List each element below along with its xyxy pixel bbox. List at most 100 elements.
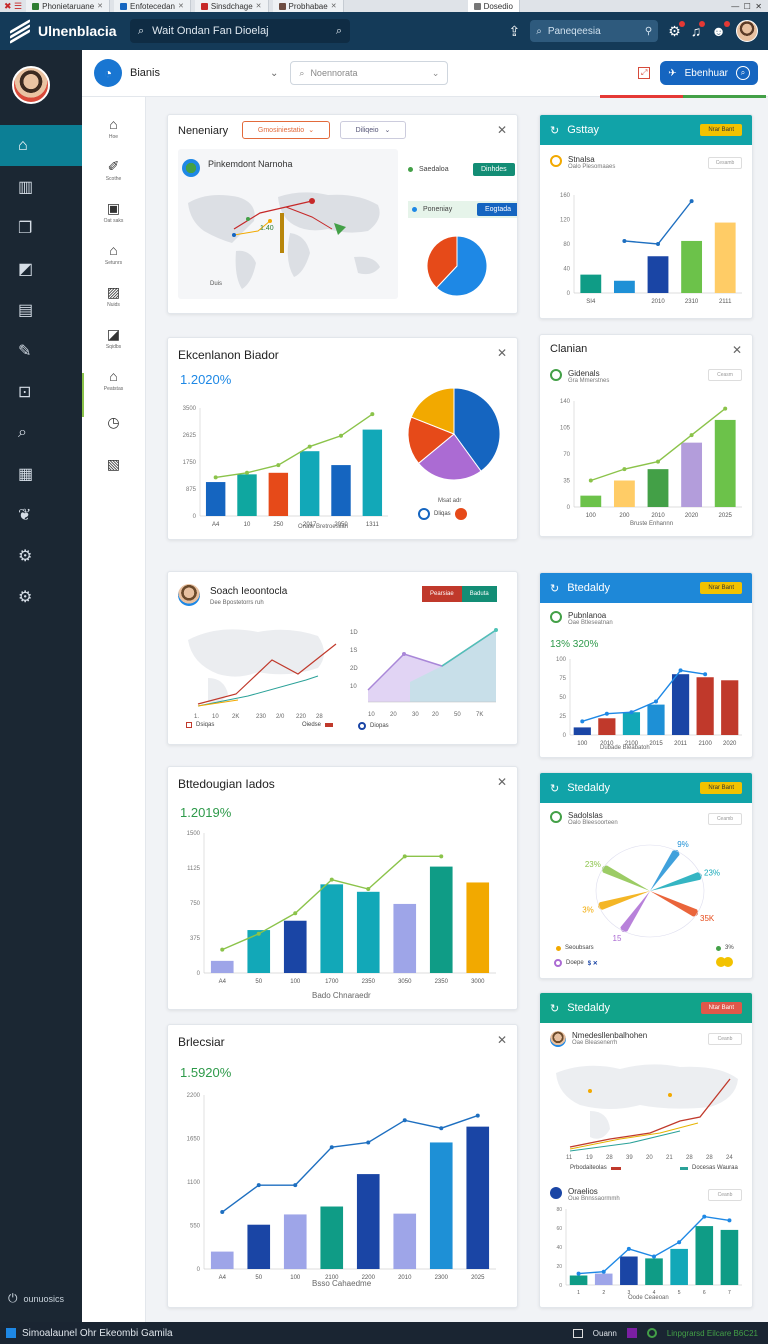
status-pill[interactable]: Dinhdes bbox=[473, 163, 515, 176]
bar bbox=[647, 469, 669, 507]
period-dropdown[interactable]: Gmosiniestatio ⌄ bbox=[242, 121, 330, 139]
sidebar-item-grid[interactable]: ▦ bbox=[0, 453, 82, 494]
sidebar-item-search[interactable]: ⌕ bbox=[0, 412, 82, 453]
bar bbox=[580, 495, 602, 507]
subnav-item-sqidbs[interactable]: ◪ Sqidbs bbox=[82, 317, 145, 359]
header-pill[interactable]: Nrar Bant bbox=[700, 782, 742, 794]
header-pill[interactable]: Nrar Bant bbox=[700, 582, 742, 594]
mini-button[interactable]: Ceasm bbox=[708, 369, 742, 381]
subnav-item-settings[interactable]: ⌂ Setunrs bbox=[82, 233, 145, 275]
card-subheader: Gidenals Gra Mmerstnes bbox=[550, 369, 609, 384]
sidebar-item-tags[interactable]: ✎ bbox=[0, 330, 82, 371]
notification-icon[interactable]: ♫ bbox=[691, 21, 706, 38]
close-icon[interactable]: ✕ bbox=[97, 2, 103, 10]
close-icon[interactable]: ✕ bbox=[732, 343, 742, 357]
user-avatar[interactable] bbox=[736, 20, 758, 42]
pill-button[interactable]: Baduta bbox=[461, 586, 497, 602]
sidebar-item-admin[interactable]: ⚙ bbox=[0, 576, 82, 617]
header-pill[interactable]: Nrar Bant bbox=[700, 124, 742, 136]
tab-label: Phonietaruane bbox=[42, 1, 95, 11]
window-controls[interactable]: — ☐ ✕ bbox=[731, 2, 768, 11]
breakdown-bar-chart: 0 375 750 1125 1500 A4 50 100 1700 2350 3050 2350 30… bbox=[187, 831, 496, 985]
close-icon[interactable]: ✕ bbox=[497, 775, 507, 789]
close-icon[interactable]: ✕ bbox=[256, 2, 262, 10]
bar bbox=[362, 429, 383, 516]
expand-icon[interactable]: ⤢ bbox=[638, 67, 651, 79]
apps-icon[interactable] bbox=[626, 1328, 637, 1338]
global-search-input[interactable]: ⌕ Wait Ondan Fan Dioelaj ⌕ bbox=[130, 19, 350, 43]
subnav-item-nuids[interactable]: ▨ Nuids bbox=[82, 275, 145, 317]
subnav-item-data-sets[interactable]: ▣ Oat saks bbox=[82, 191, 145, 233]
sidebar-item-leaf[interactable]: ❦ bbox=[0, 494, 82, 535]
trend-point bbox=[276, 463, 281, 468]
y-tick-label: 875 bbox=[186, 487, 197, 493]
legend-dot-icon bbox=[418, 508, 430, 520]
search-submit-icon[interactable]: ⌕ bbox=[336, 25, 342, 38]
pen-icon: ✐ bbox=[107, 158, 120, 174]
status-pill[interactable]: Eogtada bbox=[477, 203, 517, 216]
mini-button[interactable]: Ceanb bbox=[708, 1189, 742, 1201]
window-icon[interactable] bbox=[572, 1328, 583, 1338]
x-tick-label: 50 bbox=[255, 979, 262, 985]
card-title: Stedaldy bbox=[567, 782, 611, 794]
sidebar-item-buildings[interactable]: ▥ bbox=[0, 166, 82, 207]
sidebar-item-media[interactable]: ⊡ bbox=[0, 371, 82, 412]
settings-icon[interactable]: ⚙ bbox=[668, 21, 685, 38]
refresh-icon[interactable]: ↻ bbox=[550, 782, 559, 795]
browser-tab[interactable]: Sinsdchage ✕ bbox=[194, 0, 269, 12]
subnav-item-home[interactable]: ⌂ Hoe bbox=[82, 107, 145, 149]
refresh-icon[interactable]: ↻ bbox=[550, 124, 559, 137]
subnav-item-chart[interactable]: ▧ bbox=[82, 443, 145, 485]
gear-icon: ⚙ bbox=[18, 547, 33, 565]
subnav-item-scope[interactable]: ✐ Scothe bbox=[82, 149, 145, 191]
pill-button[interactable]: Pearsiae bbox=[422, 586, 462, 602]
bar bbox=[681, 240, 703, 293]
profile-avatar[interactable] bbox=[12, 66, 50, 104]
trend-point bbox=[293, 1183, 298, 1188]
primary-action-button[interactable]: ✈ Ebenhuar ⌕ bbox=[660, 61, 758, 85]
close-icon[interactable]: ✕ bbox=[178, 2, 184, 10]
sidebar-item-edit[interactable]: ◩ bbox=[0, 248, 82, 289]
header-pill[interactable]: Ntar Bant bbox=[700, 1002, 742, 1014]
x-tick-label: 2350 bbox=[362, 979, 376, 985]
bar bbox=[594, 1273, 613, 1285]
sync-icon[interactable] bbox=[646, 1328, 657, 1338]
sidebar-item-clipboard[interactable]: ▤ bbox=[0, 289, 82, 330]
close-icon[interactable]: ✕ bbox=[331, 2, 337, 10]
picture-icon: ◪ bbox=[106, 326, 121, 342]
select-placeholder: Noennorata bbox=[310, 68, 358, 78]
browser-tab[interactable]: Enfotecedan ✕ bbox=[114, 0, 191, 12]
close-icon[interactable]: ✕ bbox=[497, 123, 507, 137]
share-icon[interactable]: ⇪ bbox=[508, 24, 520, 38]
status-right-label: Ouann bbox=[592, 1328, 617, 1338]
close-icon[interactable]: ✕ bbox=[497, 1033, 507, 1047]
refresh-icon[interactable]: ↻ bbox=[550, 582, 559, 595]
subnav-item-peatstas[interactable]: ⌂ Peatstas bbox=[82, 359, 145, 401]
filter-input[interactable]: ⌕ Paneqeesia ⚲ bbox=[530, 20, 659, 42]
sidebar-item-home[interactable]: ⌂ bbox=[0, 125, 82, 166]
close-icon[interactable]: ✕ bbox=[497, 346, 507, 360]
sidebar-item-documents[interactable]: ❐ bbox=[0, 207, 82, 248]
window-menu-icon[interactable]: ✖ ☰ bbox=[4, 1, 22, 12]
app-logo[interactable]: Ulnenblacia bbox=[0, 19, 120, 44]
page-toolbar: ◔ Bianis ⌄ ⌕ Noennorata ⌄ ⤢ ✈ Ebenhuar ⌕ bbox=[82, 50, 768, 98]
chevron-down-icon[interactable]: ⌄ bbox=[270, 68, 278, 79]
browser-tab[interactable]: Probhabae ✕ bbox=[272, 0, 344, 12]
user-switch-icon[interactable]: ☻ bbox=[711, 21, 730, 38]
refresh-icon[interactable]: ↻ bbox=[550, 1002, 559, 1015]
subnav-item-gauge[interactable]: ◷ bbox=[82, 401, 145, 443]
sidebar-footer[interactable]: ⏻ ounuosics bbox=[8, 1291, 64, 1306]
mini-button[interactable]: Ceanb bbox=[708, 1033, 742, 1045]
pie-label: 35K bbox=[700, 914, 715, 923]
workspace-badge-icon[interactable]: ◔ bbox=[94, 59, 122, 87]
browser-tab[interactable]: Phonietaruane ✕ bbox=[26, 0, 111, 12]
browser-tab-active[interactable]: Dosedio bbox=[467, 0, 520, 12]
filter-dropdown[interactable]: Diliqeio ⌄ bbox=[340, 121, 406, 139]
mini-button[interactable]: Cesamb bbox=[708, 157, 742, 169]
toolbar-select[interactable]: ⌕ Noennorata ⌄ bbox=[290, 61, 449, 85]
sidebar-item-settings[interactable]: ⚙ bbox=[0, 535, 82, 576]
mini-button[interactable]: Ceamb bbox=[708, 813, 742, 825]
bar bbox=[320, 1206, 344, 1269]
filter-settings-icon[interactable]: ⚲ bbox=[645, 26, 652, 37]
expansion-card: Ekcenlanon Biador ✕ 1.2020% 0 875 1750 2625… bbox=[167, 337, 518, 540]
